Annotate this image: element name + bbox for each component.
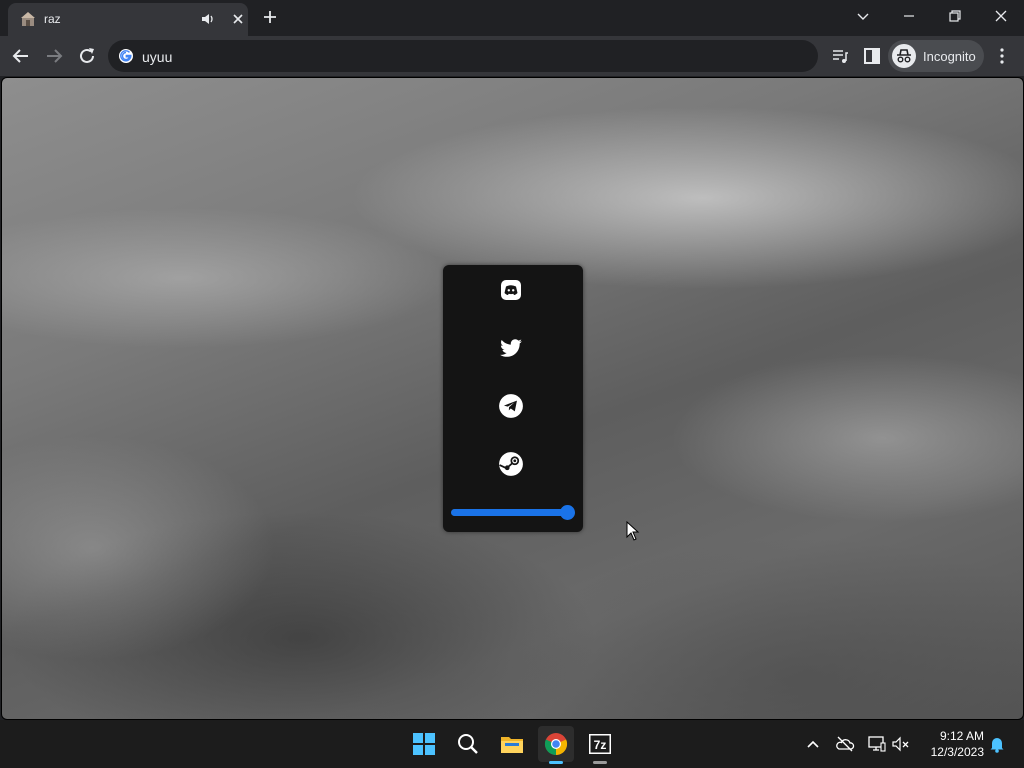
back-icon[interactable] (10, 45, 32, 67)
media-control-icon[interactable] (830, 46, 850, 66)
chrome-icon (544, 733, 568, 756)
show-hidden-icons-chevron-icon[interactable] (803, 734, 823, 754)
7zip-button[interactable]: 7z (582, 726, 618, 762)
google-icon (119, 49, 133, 63)
network-icon[interactable] (867, 734, 887, 754)
windows-start-icon (413, 733, 435, 755)
reload-icon[interactable] (76, 45, 98, 67)
social-links-panel (443, 265, 583, 532)
browser-toolbar: uyuu Incognito (0, 36, 1024, 76)
tab-strip: raz (0, 0, 1024, 36)
minimize-icon[interactable] (899, 6, 919, 26)
notification-bell-icon[interactable] (987, 734, 1007, 754)
site-favicon-icon (21, 12, 35, 26)
side-panel-icon[interactable] (862, 46, 882, 66)
search-icon (458, 734, 478, 754)
more-menu-icon[interactable] (992, 46, 1012, 66)
forward-icon[interactable] (43, 45, 65, 67)
taskbar: 7z 9:12 AM 12/3/2023 (0, 720, 1024, 768)
clock-time[interactable]: 9:12 AM (930, 729, 984, 743)
address-bar[interactable]: uyuu (108, 40, 818, 72)
tab-title: raz (44, 12, 61, 26)
incognito-profile-button[interactable]: Incognito (888, 40, 984, 72)
close-tab-icon[interactable] (230, 11, 246, 27)
onedrive-offline-icon[interactable] (835, 734, 855, 754)
restore-icon[interactable] (945, 6, 965, 26)
volume-muted-icon[interactable] (891, 734, 911, 754)
steam-link[interactable] (498, 451, 524, 477)
volume-slider-fill (451, 509, 568, 516)
chrome-active-indicator (549, 761, 563, 764)
twitter-icon (500, 339, 522, 357)
7zip-icon: 7z (589, 734, 611, 754)
mouse-cursor-icon (626, 521, 640, 541)
url-text: uyuu (142, 49, 173, 65)
telegram-icon (499, 394, 523, 418)
twitter-link[interactable] (498, 335, 524, 361)
browser-tab[interactable]: raz (8, 3, 248, 36)
folder-icon (501, 737, 523, 753)
incognito-label: Incognito (923, 49, 976, 64)
7zip-running-indicator (593, 761, 607, 764)
discord-link[interactable] (498, 277, 524, 303)
search-button[interactable] (450, 726, 486, 762)
volume-slider[interactable] (451, 505, 575, 520)
speaker-icon[interactable] (200, 11, 216, 27)
incognito-icon (892, 44, 916, 68)
telegram-link[interactable] (498, 393, 524, 419)
steam-icon (499, 452, 523, 476)
chrome-taskbar-button[interactable] (538, 726, 574, 762)
page-viewport (1, 77, 1024, 720)
discord-icon (501, 280, 521, 300)
file-explorer-button[interactable] (494, 726, 530, 762)
close-window-icon[interactable] (991, 6, 1011, 26)
7zip-label: 7z (594, 738, 607, 752)
clock-date[interactable]: 12/3/2023 (920, 745, 984, 759)
start-button[interactable] (406, 726, 442, 762)
new-tab-icon[interactable] (260, 7, 280, 27)
volume-slider-thumb[interactable] (560, 505, 575, 520)
tab-search-chevron-icon[interactable] (853, 6, 873, 26)
